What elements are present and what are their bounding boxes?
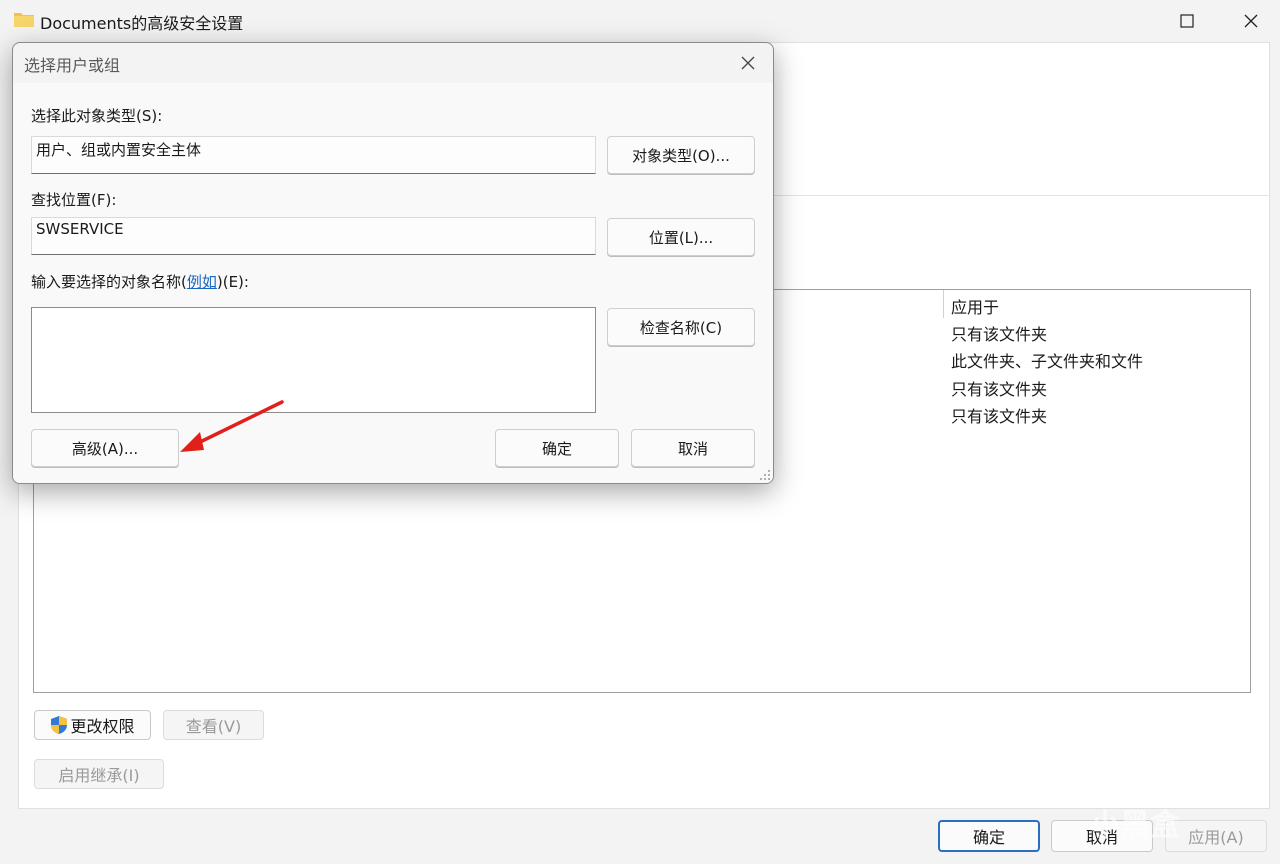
watermark-logo: 小黑盒: [1090, 808, 1180, 843]
object-types-button[interactable]: 对象类型(O)...: [607, 136, 755, 174]
object-names-label-suffix: )(E):: [216, 273, 249, 291]
maximize-icon[interactable]: [1164, 6, 1210, 36]
object-names-label-prefix: 输入要选择的对象名称(: [31, 273, 187, 291]
location-field: SWSERVICE: [31, 217, 596, 255]
check-names-button[interactable]: 检查名称(C): [607, 308, 755, 346]
object-names-label: 输入要选择的对象名称(例如)(E):: [31, 271, 249, 292]
apply-button[interactable]: 应用(A): [1165, 820, 1267, 852]
dialog-title: 选择用户或组: [24, 56, 121, 75]
folder-icon: [14, 13, 34, 27]
object-type-label: 选择此对象类型(S):: [31, 107, 163, 125]
column-header-applies-to[interactable]: 应用于: [951, 294, 999, 318]
location-label: 查找位置(F):: [31, 191, 117, 209]
change-permissions-button[interactable]: 更改权限: [34, 710, 151, 740]
location-value: SWSERVICE: [36, 220, 124, 238]
change-permissions-label: 更改权限: [70, 717, 135, 736]
object-names-input[interactable]: [31, 307, 596, 413]
shield-icon: [51, 716, 68, 734]
window-title: Documents的高级安全设置: [40, 14, 244, 33]
select-users-or-groups-dialog: 选择用户或组 选择此对象类型(S): 用户、组或内置安全主体 对象类型(O)..…: [12, 42, 774, 484]
title-bar: Documents的高级安全设置: [0, 0, 1280, 42]
list-item[interactable]: 只有该文件夹: [951, 321, 1047, 345]
divider: [772, 195, 1268, 196]
enable-inheritance-button[interactable]: 启用继承(I): [34, 759, 164, 789]
view-button[interactable]: 查看(V): [163, 710, 264, 740]
object-type-field: 用户、组或内置安全主体: [31, 136, 596, 174]
ok-button[interactable]: 确定: [495, 429, 619, 467]
close-icon[interactable]: [733, 49, 763, 77]
locations-button[interactable]: 位置(L)...: [607, 218, 755, 256]
list-item[interactable]: 只有该文件夹: [951, 403, 1047, 427]
examples-link[interactable]: 例如: [187, 273, 217, 291]
object-type-value: 用户、组或内置安全主体: [36, 141, 202, 159]
list-item[interactable]: 此文件夹、子文件夹和文件: [951, 348, 1143, 372]
list-item[interactable]: 只有该文件夹: [951, 376, 1047, 400]
advanced-button[interactable]: 高级(A)...: [31, 429, 179, 467]
close-icon[interactable]: [1228, 6, 1274, 36]
cancel-button[interactable]: 取消: [631, 429, 755, 467]
column-divider[interactable]: [943, 290, 944, 318]
resize-grip-icon[interactable]: [759, 469, 771, 481]
ok-button[interactable]: 确定: [938, 820, 1040, 852]
dialog-body: 选择此对象类型(S): 用户、组或内置安全主体 对象类型(O)... 查找位置(…: [13, 83, 773, 483]
